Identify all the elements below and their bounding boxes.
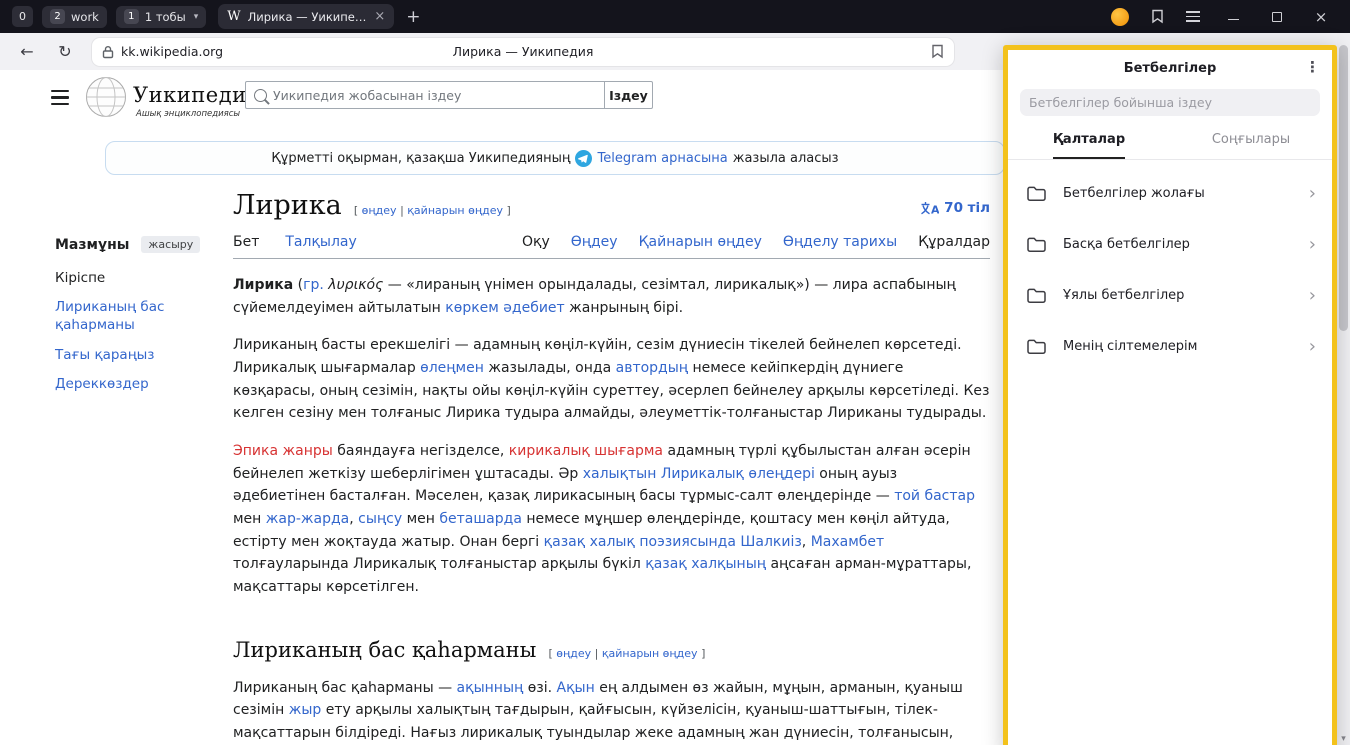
language-button[interactable]: A 70 тіл: [920, 200, 990, 216]
tab-folders[interactable]: Қалталар: [1008, 122, 1170, 159]
tab-group-count: 1: [124, 9, 139, 24]
edit-source-link[interactable]: қайнарын өңдеу: [407, 204, 503, 217]
browser-tab-bar: 0 2 work 1 1 тобы ▾ W Лирика — Уикипедия…: [0, 0, 1350, 33]
window-minimize-button[interactable]: [1222, 13, 1244, 21]
edit-link[interactable]: өңдеу: [362, 204, 397, 217]
collections-icon[interactable]: [1151, 9, 1164, 24]
active-browser-tab[interactable]: W Лирика — Уикипедия ×: [218, 4, 394, 29]
window-close-button[interactable]: ×: [1310, 8, 1332, 26]
section-heading: Лириканың бас қаһарманы: [233, 638, 536, 662]
new-tab-button[interactable]: +: [406, 7, 420, 27]
chevron-right-icon: ›: [1309, 183, 1316, 204]
tab-talk[interactable]: Талқылау: [285, 234, 356, 250]
folder-icon: [1026, 338, 1047, 355]
tab-group-work[interactable]: 2 work: [42, 6, 107, 28]
banner-text-post: жазыла аласыз: [733, 151, 839, 166]
tab-edit[interactable]: Өңдеу: [571, 234, 618, 250]
page-tabs: Бет Талқылау Оқу Өңдеу Қайнарын өңдеу Өң…: [233, 234, 990, 259]
bookmarks-tabs: Қалталар Соңғылары: [1008, 122, 1332, 160]
back-button[interactable]: ←: [16, 42, 38, 61]
telegram-banner: Құрметті оқырман, қазақша Уикипедияның T…: [105, 141, 1005, 175]
telegram-icon: [575, 150, 592, 167]
toc-item-intro[interactable]: Кіріспе: [55, 269, 219, 287]
folder-icon: [1026, 236, 1047, 253]
browser-menu-icon[interactable]: [1186, 11, 1200, 22]
tab-group-toby[interactable]: 1 1 тобы ▾: [116, 6, 206, 28]
tab-group-count: 2: [50, 9, 65, 24]
bookmarks-search-input[interactable]: [1029, 95, 1311, 110]
toc-title: Мазмұны: [55, 237, 129, 253]
address-bar[interactable]: kk.wikipedia.org Лирика — Уикипедия: [92, 38, 954, 66]
bookmarks-folder-list: Бетбелгілер жолағы › Басқа бетбелгілер ›…: [1008, 160, 1332, 372]
section-edit-links: [ өңдеу | қайнарын өңдеу ]: [548, 647, 705, 660]
url-text: kk.wikipedia.org: [121, 44, 223, 59]
paragraph-1: Лирика (гр. λυρικός — «лираның үнімен ор…: [233, 274, 990, 319]
wikipedia-logo[interactable]: [85, 76, 127, 122]
tab-recent[interactable]: Соңғылары: [1170, 122, 1332, 159]
kebab-menu-icon[interactable]: ⋮: [1305, 58, 1320, 76]
toc-item-sources[interactable]: Дереккөздер: [55, 375, 219, 393]
folder-row-mobile-bookmarks[interactable]: Ұялы бетбелгілер ›: [1008, 270, 1332, 321]
reload-button[interactable]: ↻: [54, 42, 76, 61]
chevron-right-icon: ›: [1309, 234, 1316, 255]
edit-source-link[interactable]: қайнарын өңдеу: [602, 647, 698, 660]
bookmarks-panel-title: Бетбелгілер: [1124, 61, 1217, 76]
search-icon: [254, 89, 267, 102]
folder-row-bookmarks-bar[interactable]: Бетбелгілер жолағы ›: [1008, 168, 1332, 219]
language-count: 70 тіл: [944, 200, 990, 216]
chevron-right-icon: ›: [1309, 336, 1316, 357]
page-title: Лирика: [233, 190, 342, 221]
bookmarks-search-box[interactable]: [1020, 89, 1320, 116]
scrollbar-thumb[interactable]: [1339, 45, 1348, 331]
bookmarks-panel: Бетбелгілер ⋮ Қалталар Соңғылары Бетбелг…: [1003, 45, 1337, 745]
tabbar-right-controls: ×: [1111, 8, 1340, 26]
tab-page[interactable]: Бет: [233, 234, 259, 250]
tab-tools[interactable]: Құралдар: [918, 234, 990, 250]
tab-title: Лирика — Уикипедия: [248, 10, 368, 24]
page-scrollbar[interactable]: ▾: [1337, 33, 1350, 745]
telegram-banner-link[interactable]: Telegram арнасына: [597, 151, 727, 166]
wiki-search-input[interactable]: [273, 88, 596, 103]
window-restore-button[interactable]: [1266, 12, 1288, 22]
toc-item-hero[interactable]: Лириканың бас қаһарманы: [55, 298, 219, 334]
wiki-search-button[interactable]: Іздеу: [605, 81, 653, 109]
tab-read[interactable]: Оқу: [522, 234, 550, 250]
svg-text:A: A: [931, 203, 939, 216]
banner-text-pre: Құрметті оқырман, қазақша Уикипедияның: [271, 151, 570, 166]
wiki-search-box[interactable]: [245, 81, 605, 109]
folder-icon: [1026, 185, 1047, 202]
paragraph-4: Лириканың бас қаһарманы — ақынның өзі. А…: [233, 677, 990, 745]
title-edit-links: [ өңдеу | қайнарын өңдеу ]: [354, 204, 511, 217]
paragraph-3: Эпика жанры баяндауға негізделсе, кирика…: [233, 440, 990, 599]
wikipedia-favicon: W: [227, 9, 240, 24]
tab-history[interactable]: Өңделу тарихы: [783, 234, 897, 250]
tab-close-icon[interactable]: ×: [374, 9, 385, 24]
folder-row-my-links[interactable]: Менің сілтемелерім ›: [1008, 321, 1332, 372]
toc-item-seealso[interactable]: Тағы қараңыз: [55, 346, 219, 364]
article: Лирика [ өңдеу | қайнарын өңдеу ] A 70 т…: [233, 190, 990, 745]
rewards-icon[interactable]: [1111, 8, 1129, 26]
edit-link[interactable]: өңдеу: [556, 647, 591, 660]
tab-group-zero[interactable]: 0: [12, 6, 33, 27]
chevron-down-icon[interactable]: ▾: [194, 12, 199, 22]
tab-edit-source[interactable]: Қайнарын өңдеу: [639, 234, 762, 250]
folder-icon: [1026, 287, 1047, 304]
hamburger-menu-icon[interactable]: [51, 90, 69, 105]
toc-hide-button[interactable]: жасыру: [141, 236, 200, 253]
bookmark-flag-icon[interactable]: [931, 44, 944, 63]
folder-row-other-bookmarks[interactable]: Басқа бетбелгілер ›: [1008, 219, 1332, 270]
translate-icon: A: [920, 201, 939, 216]
tab-group-label: 1 тобы: [145, 10, 186, 24]
scrollbar-down-arrow[interactable]: ▾: [1337, 734, 1350, 744]
wikipedia-tagline: Ашық энциклопедиясы: [136, 109, 240, 119]
chevron-right-icon: ›: [1309, 285, 1316, 306]
paragraph-2: Лириканың басты ерекшелігі — адамның көң…: [233, 334, 990, 425]
table-of-contents: Мазмұны жасыру Кіріспе Лириканың бас қаһ…: [55, 236, 219, 393]
wiki-search: Іздеу: [245, 81, 653, 109]
tab-group-label: work: [71, 10, 99, 24]
